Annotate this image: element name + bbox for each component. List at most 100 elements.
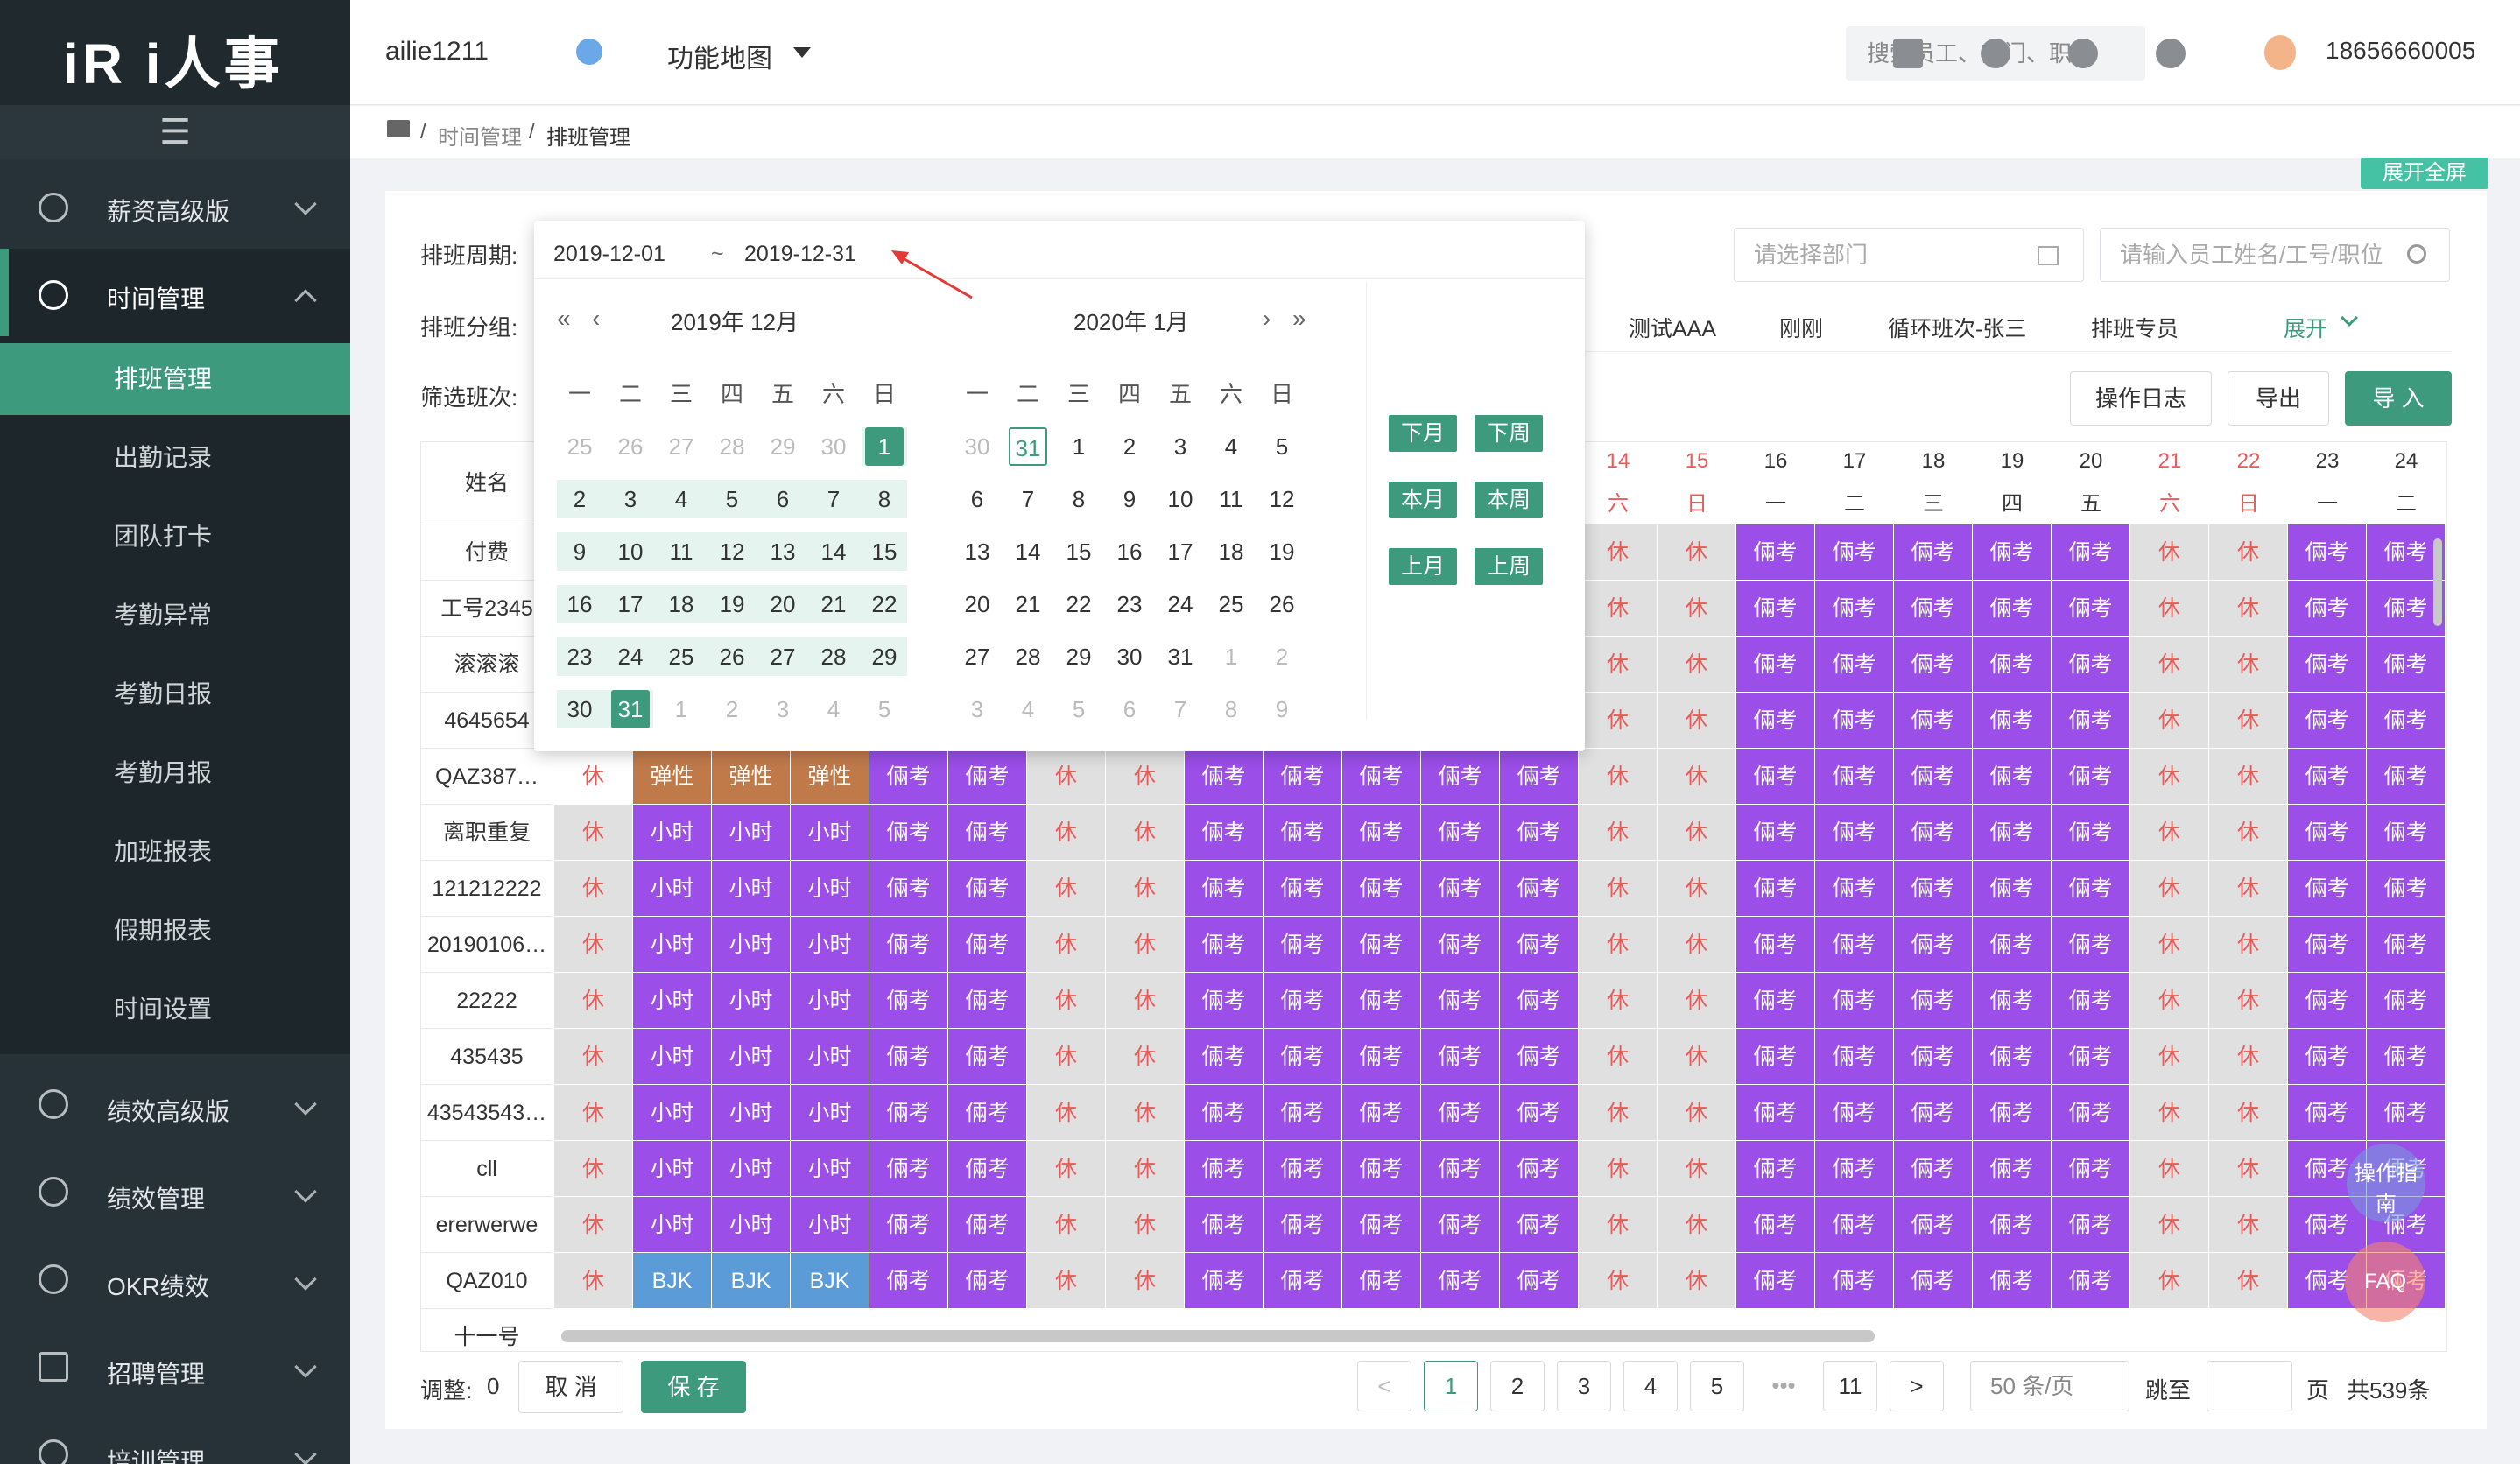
schedule-cell[interactable]: 倆考 (1342, 1197, 1421, 1253)
schedule-cell[interactable]: 倆考 (1500, 1253, 1579, 1309)
sidebar-item-schedule[interactable]: 排班管理 (0, 343, 350, 415)
schedule-cell[interactable]: 倆考 (2288, 861, 2367, 917)
schedule-cell[interactable]: 倆考 (1500, 805, 1579, 861)
schedule-cell[interactable]: 倆考 (948, 1253, 1027, 1309)
schedule-cell[interactable]: 倆考 (2367, 749, 2446, 805)
schedule-cell[interactable]: 小时 (712, 861, 791, 917)
prev-year-icon[interactable]: « (557, 305, 571, 333)
calendar-day[interactable]: 19 (713, 585, 751, 623)
schedule-cell[interactable]: 休 (1658, 1197, 1736, 1253)
schedule-cell[interactable]: 倆考 (948, 749, 1027, 805)
calendar-day[interactable]: 13 (958, 532, 996, 571)
tab-specialist[interactable]: 排班专员 (2091, 312, 2179, 343)
schedule-cell[interactable]: 倆考 (1185, 1029, 1264, 1085)
schedule-cell[interactable]: 倆考 (2288, 1029, 2367, 1085)
schedule-cell[interactable]: 休 (554, 917, 633, 973)
schedule-cell[interactable]: 倆考 (1973, 581, 2052, 637)
next-week-button[interactable]: 下周 (1475, 415, 1543, 452)
calendar-day[interactable]: 26 (611, 427, 650, 466)
calendar-day[interactable]: 27 (958, 637, 996, 676)
schedule-cell[interactable]: 倆考 (869, 1197, 948, 1253)
function-map[interactable]: 功能地图 (667, 37, 772, 75)
sidebar-item-overtime[interactable]: 加班报表 (0, 816, 350, 888)
employee-name[interactable]: ererwerwe (421, 1197, 553, 1253)
calendar-day[interactable]: 19 (1263, 532, 1301, 571)
schedule-cell[interactable]: 倆考 (2367, 973, 2446, 1029)
calendar-day[interactable]: 5 (865, 690, 904, 728)
schedule-cell[interactable]: 休 (1658, 637, 1736, 693)
schedule-cell[interactable]: 休 (1027, 1253, 1106, 1309)
tab-test[interactable]: 测试AAA (1629, 312, 1716, 343)
schedule-cell[interactable]: 小时 (791, 861, 869, 917)
calendar-day[interactable]: 27 (764, 637, 802, 676)
calendar-day[interactable]: 14 (1009, 532, 1047, 571)
calendar-day[interactable]: 24 (1161, 585, 1200, 623)
calendar-day[interactable]: 30 (560, 690, 599, 728)
schedule-cell[interactable]: 休 (2130, 1253, 2209, 1309)
calendar-day[interactable]: 4 (1212, 427, 1250, 466)
schedule-cell[interactable]: 倆考 (1421, 917, 1500, 973)
schedule-cell[interactable]: 休 (1579, 917, 1658, 973)
schedule-cell[interactable]: 倆考 (1185, 861, 1264, 917)
schedule-cell[interactable]: 休 (1579, 524, 1658, 581)
schedule-cell[interactable]: 休 (2209, 637, 2288, 693)
schedule-cell[interactable]: 倆考 (1185, 805, 1264, 861)
sidebar-item-leave[interactable]: 假期报表 (0, 895, 350, 967)
schedule-cell[interactable]: 倆考 (948, 1029, 1027, 1085)
schedule-cell[interactable]: 倆考 (1894, 861, 1973, 917)
schedule-cell[interactable]: 倆考 (948, 917, 1027, 973)
schedule-cell[interactable]: 倆考 (2367, 861, 2446, 917)
schedule-cell[interactable]: 小时 (791, 973, 869, 1029)
schedule-cell[interactable]: 休 (1658, 749, 1736, 805)
schedule-cell[interactable]: 倆考 (2288, 581, 2367, 637)
calendar-day[interactable]: 21 (1009, 585, 1047, 623)
schedule-cell[interactable]: 倆考 (1973, 805, 2052, 861)
schedule-cell[interactable]: 倆考 (1736, 1029, 1815, 1085)
schedule-cell[interactable]: 倆考 (948, 1197, 1027, 1253)
menu-toggle-icon[interactable]: ☰ (0, 105, 350, 159)
tab-gang[interactable]: 刚刚 (1779, 312, 1823, 343)
schedule-cell[interactable]: 休 (2130, 1197, 2209, 1253)
schedule-cell[interactable]: 小时 (712, 1029, 791, 1085)
schedule-cell[interactable]: 休 (2209, 1085, 2288, 1141)
schedule-cell[interactable]: 倆考 (1815, 693, 1894, 749)
calendar-day[interactable]: 3 (764, 690, 802, 728)
schedule-cell[interactable]: 倆考 (1815, 581, 1894, 637)
calendar-day[interactable]: 4 (662, 480, 700, 518)
sidebar-item-time-settings[interactable]: 时间设置 (0, 974, 350, 1045)
calendar-day[interactable]: 29 (865, 637, 904, 676)
schedule-cell[interactable]: 弹性 (791, 749, 869, 805)
schedule-cell[interactable]: 倆考 (1421, 861, 1500, 917)
schedule-cell[interactable]: 倆考 (2367, 1029, 2446, 1085)
schedule-cell[interactable]: 倆考 (2288, 749, 2367, 805)
schedule-cell[interactable]: 小时 (791, 805, 869, 861)
menu-time[interactable]: 时间管理 (0, 271, 350, 320)
page-size-select[interactable]: 50 条/页 (1970, 1361, 2129, 1411)
calendar-day[interactable]: 10 (1161, 480, 1200, 518)
employee-name[interactable]: 4645654 (421, 693, 553, 749)
schedule-cell[interactable]: 休 (1027, 973, 1106, 1029)
schedule-cell[interactable]: 休 (1658, 917, 1736, 973)
schedule-cell[interactable]: 倆考 (1421, 805, 1500, 861)
sidebar-item-monthly[interactable]: 考勤月报 (0, 737, 350, 809)
schedule-cell[interactable]: 休 (2130, 917, 2209, 973)
schedule-cell[interactable]: 倆考 (948, 1141, 1027, 1197)
schedule-cell[interactable]: 倆考 (1894, 1253, 1973, 1309)
sidebar-item-abnormal[interactable]: 考勤异常 (0, 580, 350, 651)
schedule-cell[interactable]: 倆考 (948, 861, 1027, 917)
calendar-day[interactable]: 26 (1263, 585, 1301, 623)
calendar-day[interactable]: 1 (1212, 637, 1250, 676)
schedule-cell[interactable]: 休 (1027, 1197, 1106, 1253)
start-date-input[interactable]: 2019-12-01 (553, 242, 665, 267)
schedule-cell[interactable]: 倆考 (2367, 917, 2446, 973)
schedule-cell[interactable]: 休 (2209, 973, 2288, 1029)
schedule-cell[interactable]: 休 (1106, 917, 1185, 973)
page-4[interactable]: 4 (1623, 1361, 1678, 1411)
page-2[interactable]: 2 (1490, 1361, 1545, 1411)
schedule-cell[interactable]: 倆考 (1973, 749, 2052, 805)
schedule-cell[interactable]: 休 (1658, 861, 1736, 917)
schedule-cell[interactable]: 倆考 (1421, 1085, 1500, 1141)
calendar-day[interactable]: 20 (958, 585, 996, 623)
schedule-cell[interactable]: 休 (1579, 637, 1658, 693)
guide-float-button[interactable]: 操作指南 (2347, 1144, 2425, 1222)
